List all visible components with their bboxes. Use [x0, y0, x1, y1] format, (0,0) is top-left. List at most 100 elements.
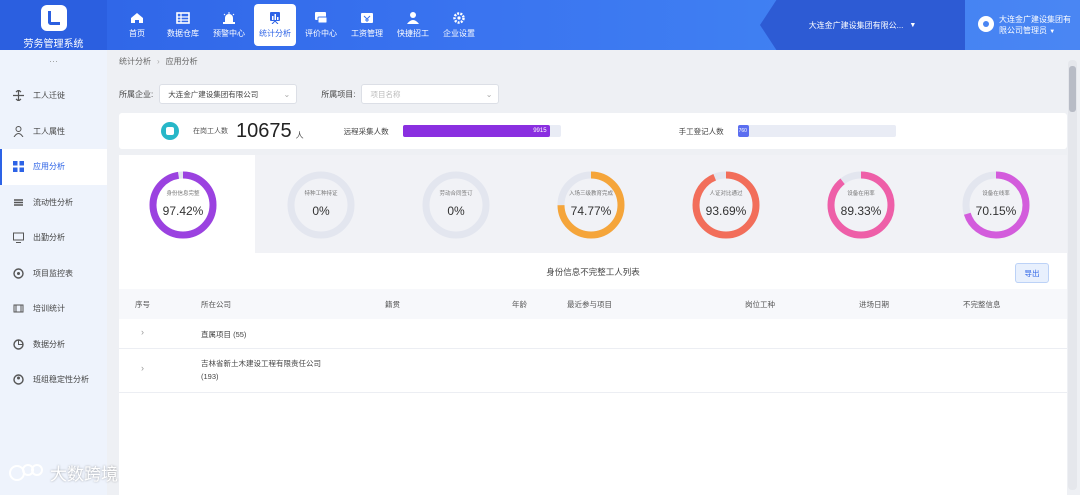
sidebar-item-label: 工人迁徙: [33, 91, 65, 101]
row-company-name: 吉林省新土木建设工程有限责任公司: [201, 359, 321, 368]
expand-icon[interactable]: ›: [141, 363, 144, 373]
total-workers-unit: 人: [295, 130, 304, 140]
ring-chart[interactable]: 设备在用率 89.33%: [825, 169, 897, 241]
expand-icon[interactable]: ›: [141, 327, 144, 337]
filter-bar: 所属企业: 大连金广建设集团有限公司 ⌄ 所属项目: 项目名称 ⌄: [119, 84, 500, 104]
company-select[interactable]: 大连金广建设集团有限公司 ⌄: [159, 84, 298, 104]
ring-chart[interactable]: 劳动合同签订 0%: [420, 169, 492, 241]
team-stability-icon: [13, 374, 24, 385]
sidebar-item-label: 数据分析: [33, 339, 65, 349]
project-placeholder: 项目名称: [370, 89, 401, 99]
wage-icon: [361, 12, 373, 23]
watermark-logo-icon: [9, 463, 43, 481]
manual-value: 760: [738, 128, 747, 134]
sidebar-item-app-analysis[interactable]: 应用分析: [0, 149, 107, 185]
chevron-down-icon: ⌄: [283, 89, 291, 99]
main-nav: 首页 数据仓库 预警中心 统计分析 评价中心 工资管理 快捷招工 企业设置: [116, 4, 484, 46]
nav-label: 评价中心: [305, 28, 337, 38]
auto-collect-bar: 9915: [402, 125, 561, 137]
sidebar-item-label: 培训统计: [33, 304, 65, 314]
nav-label: 首页: [129, 28, 145, 38]
sidebar-item-flow[interactable]: 流动性分析: [0, 185, 107, 221]
ring-chart[interactable]: 人证对比通过 93.69%: [690, 169, 762, 241]
user-name-line1: 大连金广建设集团有: [999, 15, 1071, 24]
nav-recruit[interactable]: 快捷招工: [392, 4, 434, 46]
home-icon: [131, 12, 143, 23]
ring-label: 劳动合同签订: [439, 191, 473, 197]
column-header: 进场日期: [859, 300, 889, 309]
sidebar-item-worker-attr[interactable]: 工人属性: [0, 114, 107, 150]
nav-label: 统计分析: [259, 28, 291, 38]
project-select[interactable]: 项目名称 ⌄: [361, 84, 500, 104]
app-analysis-icon: [13, 161, 24, 173]
sidebar-item-attendance[interactable]: 出勤分析: [0, 220, 107, 256]
nav-label: 快捷招工: [397, 28, 429, 38]
ring-chart[interactable]: 设备在线率 70.15%: [960, 169, 1032, 241]
table-row[interactable]: › 吉林省新土木建设工程有限责任公司 (193): [119, 349, 1067, 393]
total-workers-label: 在岗工人数: [193, 128, 228, 135]
ring-value: 74.77%: [570, 204, 612, 218]
sidebar-item-label: 项目监控表: [33, 268, 73, 278]
ring-label: 设备在线率: [982, 191, 1010, 197]
app-logo: [40, 5, 67, 31]
manual-bar-fill: 760: [737, 125, 749, 137]
scrollbar-thumb[interactable]: [1069, 66, 1076, 112]
stats-bar: 在岗工人数 10675 人 远程采集人数 9915 手工登记人数 760: [119, 113, 1067, 149]
ring-chart[interactable]: 入场三级教育完成 74.77%: [555, 169, 627, 241]
sidebar-item-label: 应用分析: [33, 162, 65, 172]
sidebar-item-label: 工人属性: [33, 126, 65, 136]
row-company: 吉林省新土木建设工程有限责任公司 (193): [201, 357, 321, 383]
org-select[interactable]: 大连金广建设集团有限公... ▼: [760, 0, 965, 50]
attendance-icon: [13, 232, 24, 244]
nav-label: 预警中心: [213, 28, 245, 38]
migration-icon: [13, 90, 24, 102]
auto-collect-value: 9915: [533, 128, 547, 134]
data-analysis-icon: [13, 339, 24, 350]
recruit-icon: [407, 11, 419, 24]
column-header: 序号: [135, 300, 150, 309]
row-company-count: (193): [201, 372, 219, 381]
analysis-card: 身份信息完整 97.42% 特种工种持证 0% 劳动合同签订 0% 入场三级教育完成 74.7…: [119, 155, 1067, 495]
ring-chart: 身份信息完整 97.42%: [147, 169, 219, 241]
brand[interactable]: 劳务管理系统: [0, 0, 107, 50]
ring-label: 人证对比通过: [709, 191, 743, 197]
sidebar-item-migration[interactable]: 工人迁徙: [0, 78, 107, 114]
nav-label: 数据仓库: [167, 28, 199, 38]
app-title: 劳务管理系统: [23, 39, 84, 50]
ring-label: 设备在用率: [847, 191, 875, 197]
column-header: 所在公司: [201, 300, 231, 309]
sidebar-item-project-monitor[interactable]: 项目监控表: [0, 256, 107, 292]
user-menu[interactable]: 大连金广建设集团有 限公司管理员 ▼: [978, 14, 1071, 38]
nav-alarm[interactable]: 预警中心: [208, 4, 250, 46]
nav-home[interactable]: 首页: [116, 4, 158, 46]
sidebar-item-data-analysis[interactable]: 数据分析: [0, 327, 107, 363]
collapse-toggle[interactable]: ···: [0, 56, 107, 78]
database-icon: [176, 11, 190, 24]
nav-review[interactable]: 评价中心: [300, 4, 342, 46]
auto-collect-label: 远程采集人数: [343, 126, 389, 136]
nav-stats[interactable]: 统计分析: [254, 4, 296, 46]
watermark-text: 大数跨境: [50, 465, 118, 484]
nav-wage[interactable]: 工资管理: [346, 4, 388, 46]
manual-label: 手工登记人数: [678, 126, 724, 136]
company-value: 大连金广建设集团有限公司: [168, 89, 259, 99]
column-header: 年龄: [512, 300, 527, 309]
total-workers-value: 10675: [236, 119, 292, 142]
column-header: 籍贯: [385, 300, 400, 309]
ring-chart[interactable]: 特种工种持证 0%: [285, 169, 357, 241]
row-company: 直属项目 (55): [201, 330, 247, 339]
scrollbar[interactable]: [1068, 60, 1077, 490]
nav-label: 企业设置: [443, 28, 475, 38]
watermark: 大数跨境: [8, 460, 118, 485]
breadcrumb-item[interactable]: 统计分析: [119, 57, 151, 66]
sidebar-item-team-stability[interactable]: 班组稳定性分析: [0, 362, 107, 398]
ring-value: 70.15%: [975, 204, 1017, 218]
sidebar-item-training[interactable]: 培训统计: [0, 291, 107, 327]
worker-attr-icon: [13, 125, 24, 137]
caret-down-icon: ▼: [909, 21, 917, 29]
nav-settings[interactable]: 企业设置: [438, 4, 480, 46]
table-row[interactable]: › 直属项目 (55): [119, 319, 1067, 349]
nav-database[interactable]: 数据仓库: [162, 4, 204, 46]
export-button[interactable]: 导出: [1015, 263, 1049, 283]
sidebar-item-label: 班组稳定性分析: [33, 375, 89, 385]
